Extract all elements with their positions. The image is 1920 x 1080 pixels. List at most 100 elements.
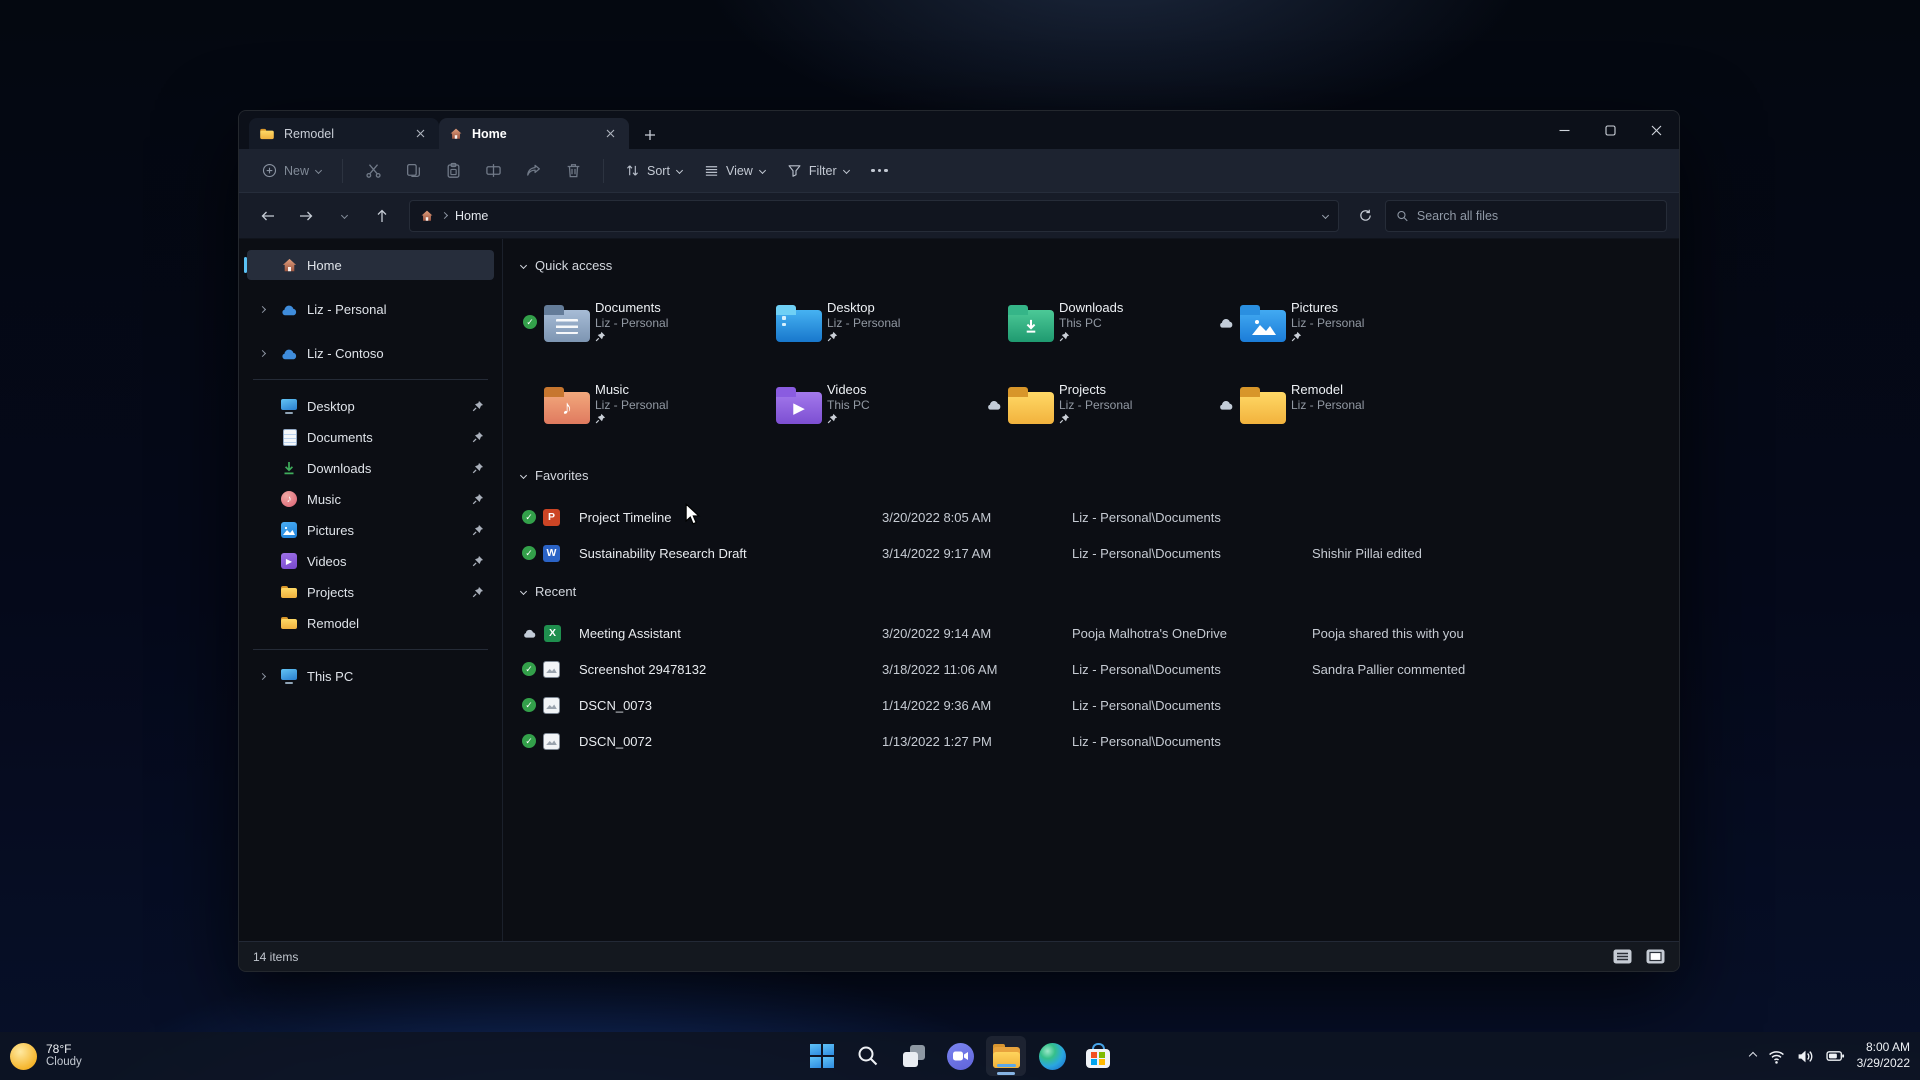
edge-button[interactable]	[1032, 1036, 1072, 1076]
close-tab-icon[interactable]	[601, 125, 619, 143]
window-controls	[1541, 111, 1679, 149]
image-file-icon	[543, 660, 560, 678]
chevron-down-icon	[314, 166, 323, 175]
funnel-icon	[787, 163, 802, 178]
more-options-button[interactable]	[862, 155, 898, 187]
image-file-icon	[543, 732, 560, 750]
sort-label: Sort	[647, 163, 670, 178]
weather-condition: Cloudy	[46, 1056, 82, 1069]
pin-icon	[472, 524, 484, 536]
search-input[interactable]	[1416, 208, 1656, 223]
sidebar-item-desktop[interactable]: Desktop	[247, 391, 494, 421]
task-view-button[interactable]	[894, 1036, 934, 1076]
refresh-button[interactable]	[1349, 200, 1381, 232]
tray-date: 3/29/2022	[1856, 1056, 1910, 1070]
tray-overflow-button[interactable]	[1748, 1051, 1757, 1061]
sidebar-item-liz-personal[interactable]: Liz - Personal	[247, 294, 494, 324]
file-row-dscn-0073[interactable]: ✓ DSCN_0073 1/14/2022 9:36 AM Liz - Pers…	[521, 687, 1659, 723]
sidebar-label: Remodel	[307, 615, 360, 631]
search-box[interactable]	[1385, 199, 1667, 232]
expand-chevron-icon[interactable]	[253, 672, 271, 680]
recent-locations-button[interactable]	[327, 200, 361, 232]
file-row-sustainability-research-draft[interactable]: ✓ W Sustainability Research Draft 3/14/2…	[521, 535, 1659, 571]
cut-button[interactable]	[355, 155, 391, 187]
clock[interactable]: 8:00 AM 3/29/2022	[1857, 1040, 1910, 1071]
large-thumbnails-view-button[interactable]	[1646, 949, 1665, 964]
tile-pictures[interactable]: Pictures Liz - Personal	[1217, 289, 1449, 355]
sort-button[interactable]: Sort	[616, 157, 691, 184]
delete-button[interactable]	[555, 155, 591, 187]
start-button[interactable]	[802, 1036, 842, 1076]
synced-badge-icon: ✓	[522, 698, 536, 712]
status-bar: 14 items	[239, 941, 1679, 971]
weather-widget[interactable]: 78°F Cloudy	[10, 1042, 82, 1070]
address-dropdown-icon[interactable]	[1321, 211, 1330, 220]
tile-name: Desktop	[827, 300, 875, 315]
back-button[interactable]	[251, 200, 285, 232]
view-button[interactable]: View	[695, 157, 774, 184]
file-explorer-button[interactable]	[986, 1036, 1026, 1076]
tab-bar: Remodel Home	[239, 111, 1679, 149]
store-button[interactable]	[1078, 1036, 1118, 1076]
recent-header[interactable]: Recent	[519, 579, 1659, 603]
tile-videos[interactable]: ▶ Videos This PC	[753, 371, 985, 437]
divider	[253, 379, 488, 380]
tab-remodel[interactable]: Remodel	[249, 118, 439, 149]
maximize-button[interactable]	[1587, 111, 1633, 149]
battery-icon[interactable]	[1825, 1049, 1845, 1063]
new-tab-button[interactable]	[635, 121, 665, 149]
search-button[interactable]	[848, 1036, 888, 1076]
volume-icon[interactable]	[1797, 1049, 1814, 1064]
forward-button[interactable]	[289, 200, 323, 232]
tile-music[interactable]: ♪ Music Liz - Personal	[521, 371, 753, 437]
cloud-badge-icon	[522, 628, 537, 638]
tab-home[interactable]: Home	[439, 118, 629, 149]
details-view-button[interactable]	[1613, 949, 1632, 964]
sidebar-item-projects[interactable]: Projects	[247, 577, 494, 607]
file-row-screenshot[interactable]: ✓ Screenshot 29478132 3/18/2022 11:06 AM…	[521, 651, 1659, 687]
close-tab-icon[interactable]	[411, 125, 429, 143]
sidebar-item-documents[interactable]: Documents	[247, 422, 494, 452]
folder-icon	[280, 614, 298, 632]
share-button[interactable]	[515, 155, 551, 187]
sidebar-item-remodel[interactable]: Remodel	[247, 608, 494, 638]
sidebar-item-videos[interactable]: ▶ Videos	[247, 546, 494, 576]
tile-projects[interactable]: Projects Liz - Personal	[985, 371, 1217, 437]
filter-button[interactable]: Filter	[778, 157, 858, 184]
favorites-header[interactable]: Favorites	[519, 463, 1659, 487]
chat-button[interactable]	[940, 1036, 980, 1076]
tile-downloads[interactable]: Downloads This PC	[985, 289, 1217, 355]
sidebar-item-music[interactable]: ♪ Music	[247, 484, 494, 514]
expand-chevron-icon[interactable]	[253, 349, 271, 357]
tile-remodel[interactable]: Remodel Liz - Personal	[1217, 371, 1449, 437]
file-location: Liz - Personal\Documents	[1072, 733, 1221, 749]
sidebar-item-downloads[interactable]: Downloads	[247, 453, 494, 483]
quick-access-header[interactable]: Quick access	[519, 253, 1659, 277]
breadcrumb-segment[interactable]: Home	[455, 209, 488, 223]
filter-label: Filter	[808, 163, 837, 178]
rename-button[interactable]	[475, 155, 511, 187]
up-button[interactable]	[365, 200, 399, 232]
copy-button[interactable]	[395, 155, 431, 187]
divider	[342, 158, 344, 183]
breadcrumb[interactable]: Home	[409, 199, 1339, 232]
tile-desktop[interactable]: Desktop Liz - Personal	[753, 289, 985, 355]
wifi-icon[interactable]	[1768, 1049, 1785, 1064]
sidebar-item-home[interactable]: Home	[244, 250, 494, 280]
pin-icon	[472, 462, 484, 474]
file-row-dscn-0072[interactable]: ✓ DSCN_0072 1/13/2022 1:27 PM Liz - Pers…	[521, 723, 1659, 759]
tile-documents[interactable]: ✓ Documents Liz - Personal	[521, 289, 753, 355]
documents-icon	[280, 428, 298, 446]
sun-icon	[10, 1042, 37, 1070]
refresh-icon	[1359, 209, 1371, 221]
sidebar-item-liz-contoso[interactable]: Liz - Contoso	[247, 338, 494, 368]
expand-chevron-icon[interactable]	[253, 305, 271, 313]
sidebar-item-pictures[interactable]: Pictures	[247, 515, 494, 545]
sidebar-item-this-pc[interactable]: This PC	[247, 661, 494, 691]
close-button[interactable]	[1633, 111, 1679, 149]
file-row-meeting-assistant[interactable]: X Meeting Assistant 3/20/2022 9:14 AM Po…	[521, 615, 1659, 651]
new-button[interactable]: New	[253, 157, 330, 184]
paste-button[interactable]	[435, 155, 471, 187]
minimize-button[interactable]	[1541, 111, 1587, 149]
file-row-project-timeline[interactable]: ✓ P Project Timeline 3/20/2022 8:05 AM L…	[521, 499, 1659, 535]
